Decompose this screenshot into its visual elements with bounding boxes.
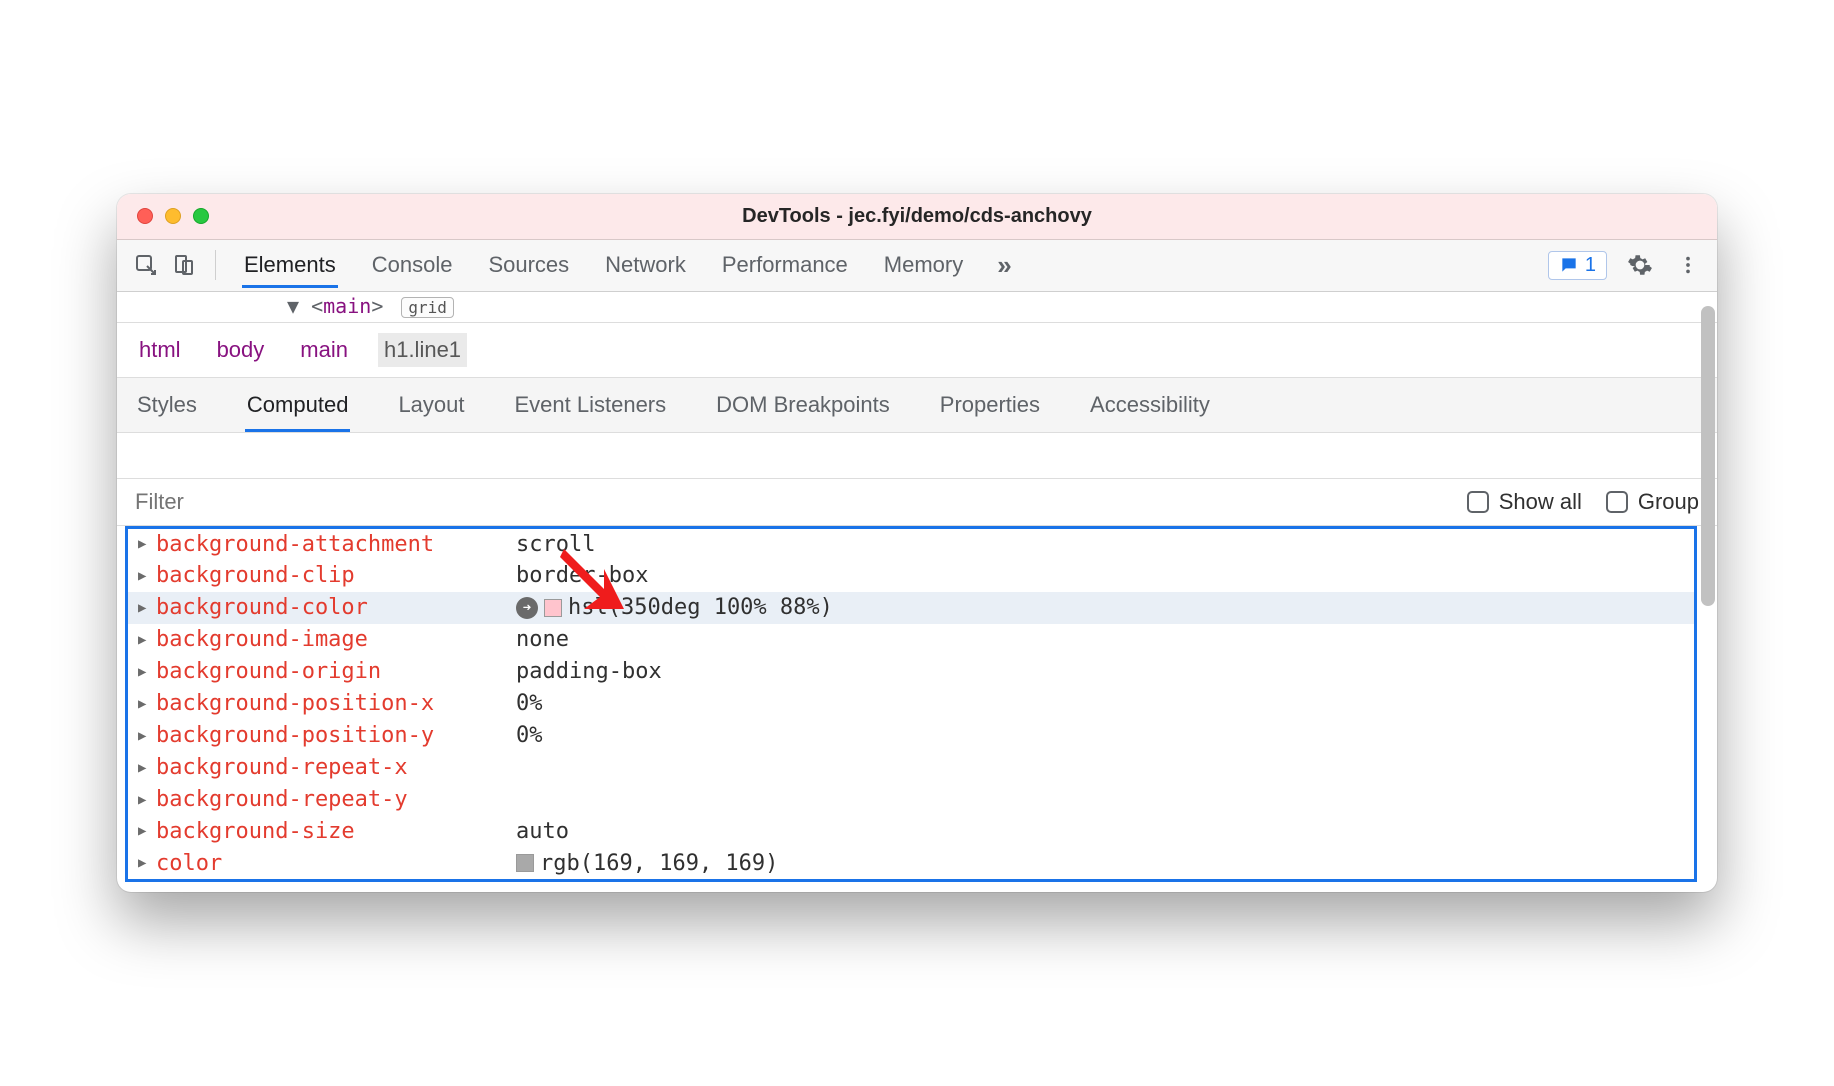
expand-icon[interactable]: ▶: [138, 726, 156, 746]
window-controls: [117, 208, 209, 224]
expand-icon[interactable]: ▶: [138, 534, 156, 554]
prop-value: 0%: [516, 720, 543, 752]
maximize-window-button[interactable]: [193, 208, 209, 224]
prop-value: rgb(169, 169, 169): [540, 848, 778, 880]
computed-prop-row[interactable]: ▶ background-attachment scroll: [128, 529, 1694, 561]
prop-value: scroll: [516, 529, 595, 561]
subtab-properties[interactable]: Properties: [938, 378, 1042, 432]
main-toolbar: Elements Console Sources Network Perform…: [117, 240, 1717, 292]
computed-prop-row[interactable]: ▶ background-repeat-x: [128, 752, 1694, 784]
subtab-layout[interactable]: Layout: [396, 378, 466, 432]
close-window-button[interactable]: [137, 208, 153, 224]
devtools-window: DevTools - jec.fyi/demo/cds-anchovy Elem…: [117, 194, 1717, 893]
computed-prop-row[interactable]: ▶ background-size auto: [128, 816, 1694, 848]
color-swatch[interactable]: [516, 854, 534, 872]
prop-name: background-image: [156, 624, 516, 656]
elements-subtabs: Styles Computed Layout Event Listeners D…: [117, 378, 1717, 433]
prop-value: border-box: [516, 560, 648, 592]
tab-network[interactable]: Network: [603, 242, 688, 288]
vertical-scrollbar[interactable]: [1701, 246, 1715, 826]
prop-name: background-position-x: [156, 688, 516, 720]
grid-badge[interactable]: grid: [401, 297, 454, 318]
window-title: DevTools - jec.fyi/demo/cds-anchovy: [117, 205, 1717, 228]
subtab-styles[interactable]: Styles: [135, 378, 199, 432]
expand-icon[interactable]: ▶: [138, 758, 156, 778]
scrollbar-thumb[interactable]: [1701, 306, 1715, 606]
tab-memory[interactable]: Memory: [882, 242, 965, 288]
panel-tabs: Elements Console Sources Network Perform…: [232, 242, 1540, 288]
expand-icon[interactable]: ▶: [138, 853, 156, 873]
crumb-html[interactable]: html: [133, 333, 187, 367]
dom-breadcrumb: html body main h1.line1: [117, 323, 1717, 378]
minimize-window-button[interactable]: [165, 208, 181, 224]
prop-name: color: [156, 848, 516, 880]
prop-name: background-position-y: [156, 720, 516, 752]
prop-name: background-size: [156, 816, 516, 848]
toolbar-right: 1: [1548, 250, 1703, 280]
crumb-body[interactable]: body: [211, 333, 271, 367]
expand-icon[interactable]: ▶: [138, 598, 156, 618]
toolbar-divider: [215, 250, 216, 280]
navigate-icon[interactable]: ➜: [516, 597, 538, 619]
expand-icon[interactable]: ▶: [138, 694, 156, 714]
group-checkbox[interactable]: Group: [1606, 489, 1699, 515]
dom-tag-main: main: [323, 294, 371, 318]
computed-prop-row[interactable]: ▶ background-position-y 0%: [128, 720, 1694, 752]
checkbox-icon: [1606, 491, 1628, 513]
tab-performance[interactable]: Performance: [720, 242, 850, 288]
prop-value: padding-box: [516, 656, 662, 688]
prop-value: none: [516, 624, 569, 656]
tab-elements[interactable]: Elements: [242, 242, 338, 288]
expand-icon[interactable]: ▶: [138, 662, 156, 682]
prop-name: background-origin: [156, 656, 516, 688]
tab-console[interactable]: Console: [370, 242, 455, 288]
computed-filter-bar: Show all Group: [117, 479, 1717, 526]
checkbox-icon: [1467, 491, 1489, 513]
inspect-element-icon[interactable]: [131, 250, 161, 280]
computed-boxmodel-area: [117, 433, 1717, 479]
show-all-label: Show all: [1499, 489, 1582, 515]
expand-icon[interactable]: ▶: [138, 790, 156, 810]
kebab-menu-icon[interactable]: [1673, 250, 1703, 280]
crumb-main[interactable]: main: [294, 333, 354, 367]
subtab-accessibility[interactable]: Accessibility: [1088, 378, 1212, 432]
subtab-dom-breakpoints[interactable]: DOM Breakpoints: [714, 378, 892, 432]
show-all-checkbox[interactable]: Show all: [1467, 489, 1582, 515]
more-tabs-icon[interactable]: »: [997, 250, 1011, 281]
dom-tree-snippet[interactable]: ▼ <main> grid: [117, 292, 1717, 323]
computed-prop-row[interactable]: ▶ background-origin padding-box: [128, 656, 1694, 688]
crumb-h1-line1[interactable]: h1.line1: [378, 333, 467, 367]
expand-icon[interactable]: ▶: [138, 566, 156, 586]
titlebar: DevTools - jec.fyi/demo/cds-anchovy: [117, 194, 1717, 240]
computed-prop-row[interactable]: ▶ background-repeat-y: [128, 784, 1694, 816]
prop-name: background-attachment: [156, 529, 516, 561]
expand-icon[interactable]: ▶: [138, 630, 156, 650]
tab-sources[interactable]: Sources: [486, 242, 571, 288]
group-label: Group: [1638, 489, 1699, 515]
computed-prop-row[interactable]: ▶ background-position-x 0%: [128, 688, 1694, 720]
computed-properties-list: ▶ background-attachment scroll ▶ backgro…: [125, 526, 1697, 883]
prop-value: 0%: [516, 688, 543, 720]
subtab-computed[interactable]: Computed: [245, 378, 351, 432]
color-swatch[interactable]: [544, 599, 562, 617]
prop-name: background-repeat-y: [156, 784, 516, 816]
device-toggle-icon[interactable]: [169, 250, 199, 280]
computed-prop-row[interactable]: ▶ background-color ➜ hsl(350deg 100% 88%…: [128, 592, 1694, 624]
issues-count: 1: [1585, 254, 1596, 277]
filter-input[interactable]: [135, 489, 1443, 515]
computed-prop-row[interactable]: ▶ color rgb(169, 169, 169): [128, 848, 1694, 880]
prop-value: auto: [516, 816, 569, 848]
settings-icon[interactable]: [1625, 250, 1655, 280]
prop-name: background-color: [156, 592, 516, 624]
expand-icon[interactable]: ▶: [138, 821, 156, 841]
subtab-event-listeners[interactable]: Event Listeners: [513, 378, 669, 432]
prop-value: hsl(350deg 100% 88%): [568, 592, 833, 624]
computed-prop-row[interactable]: ▶ background-image none: [128, 624, 1694, 656]
issues-badge[interactable]: 1: [1548, 251, 1607, 280]
prop-name: background-clip: [156, 560, 516, 592]
computed-prop-row[interactable]: ▶ background-clip border-box: [128, 560, 1694, 592]
prop-name: background-repeat-x: [156, 752, 516, 784]
